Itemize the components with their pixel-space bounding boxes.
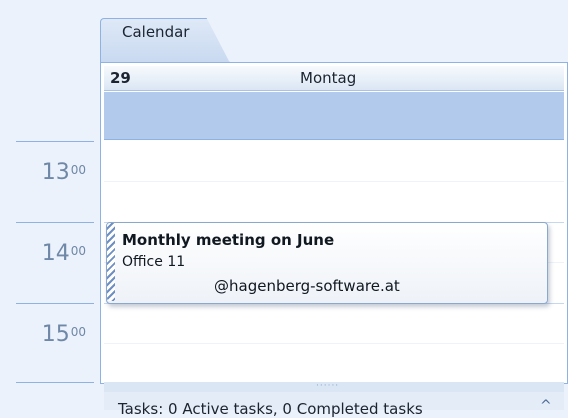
time-gutter: 1300 1400 1500 bbox=[0, 0, 96, 410]
half-hour-line bbox=[104, 343, 564, 344]
day-number: 29 bbox=[110, 69, 131, 87]
grip-icon[interactable]: ······ bbox=[316, 381, 339, 391]
hour-label-14: 1400 bbox=[41, 241, 86, 266]
hour-label-15: 1500 bbox=[41, 322, 86, 347]
appointment-organizer: @hagenberg-software.at bbox=[214, 277, 400, 295]
appointment-title: Monthly meeting on June bbox=[122, 231, 335, 249]
day-name: Montag bbox=[300, 69, 357, 87]
all-day-area[interactable] bbox=[104, 92, 564, 140]
chevron-up-icon[interactable]: ^ bbox=[540, 398, 552, 414]
hour-divider bbox=[16, 382, 94, 383]
tasks-summary: Tasks: 0 Active tasks, 0 Completed tasks bbox=[118, 400, 423, 418]
half-hour-line bbox=[104, 181, 564, 182]
hour-divider bbox=[16, 303, 94, 304]
hour-divider bbox=[16, 222, 94, 223]
appointment-location: Office 11 bbox=[122, 254, 186, 270]
tab-calendar-label: Calendar bbox=[122, 23, 190, 41]
busy-status-stripe bbox=[107, 223, 115, 301]
hour-label-13: 1300 bbox=[41, 160, 86, 185]
hour-divider bbox=[16, 141, 94, 142]
